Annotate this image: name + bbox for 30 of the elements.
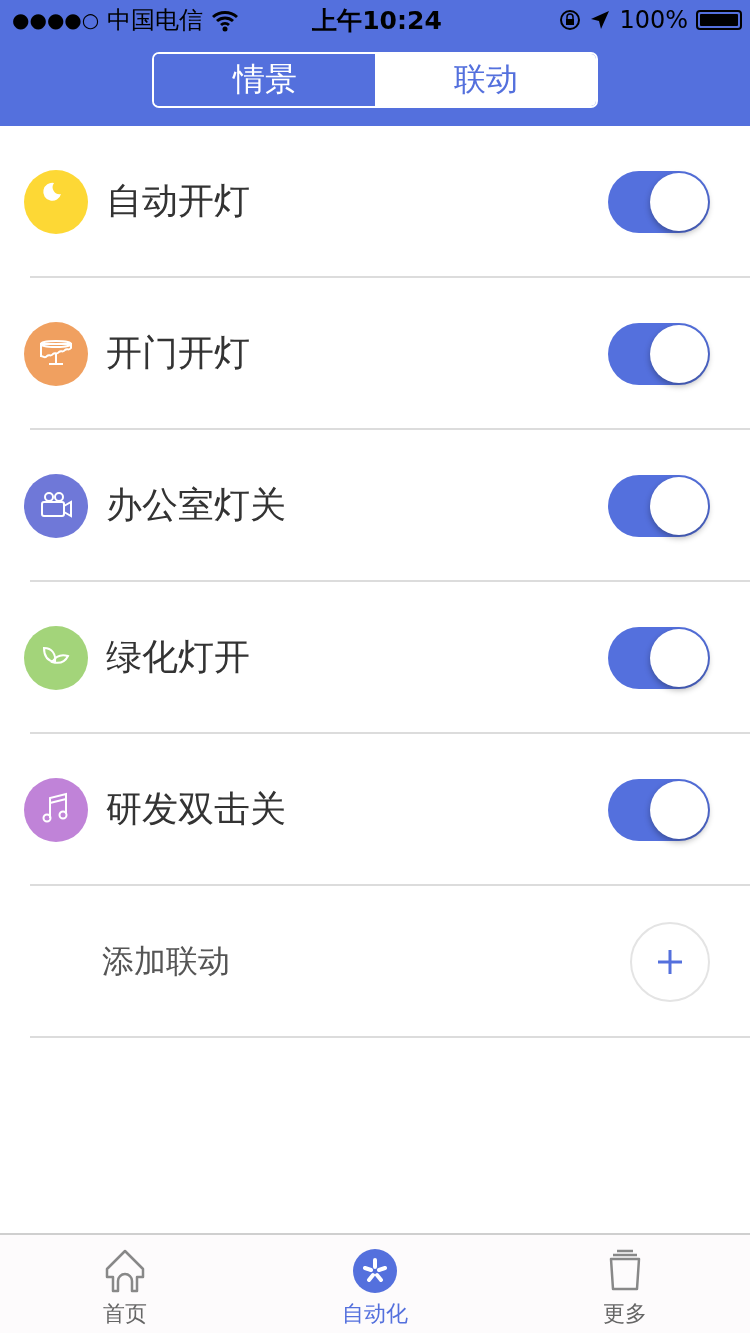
signal-strength: ●●●●○: [12, 8, 100, 32]
automation-name: 自动开灯: [106, 179, 251, 223]
toggle-switch[interactable]: [608, 322, 710, 385]
asterisk-icon: [351, 1247, 399, 1295]
automation-name: 办公室灯关: [106, 483, 287, 527]
toggle-switch[interactable]: [608, 626, 710, 689]
video-camera-icon: [24, 473, 88, 538]
battery-icon: [696, 10, 742, 30]
rotation-lock-icon: [559, 9, 582, 31]
music-note-icon: [24, 777, 88, 842]
automation-name: 绿化灯开: [106, 635, 251, 679]
location-icon: [589, 9, 612, 31]
clock-time: 上午10:24: [312, 5, 442, 35]
moon-icon: [24, 169, 88, 234]
automation-name: 开门开灯: [106, 331, 251, 375]
table-icon: [24, 321, 88, 386]
carrier-name: 中国电信: [107, 5, 204, 36]
add-automation-label[interactable]: 添加联动: [102, 939, 630, 984]
battery-percent: 100%: [619, 6, 688, 34]
tab-bar-item[interactable]: 首页: [0, 1235, 250, 1333]
tab-bar-item[interactable]: 更多: [500, 1235, 750, 1333]
segment-tab[interactable]: 联动: [375, 54, 596, 106]
tab-bar-item[interactable]: 自动化: [250, 1235, 500, 1333]
toggle-switch[interactable]: [608, 474, 710, 537]
toggle-switch[interactable]: [608, 170, 710, 233]
plus-icon: [656, 947, 684, 976]
wifi-icon: [211, 8, 240, 32]
toggle-switch[interactable]: [608, 778, 710, 841]
leaf-icon: [24, 625, 88, 690]
automation-name: 研发双击关: [106, 787, 287, 831]
